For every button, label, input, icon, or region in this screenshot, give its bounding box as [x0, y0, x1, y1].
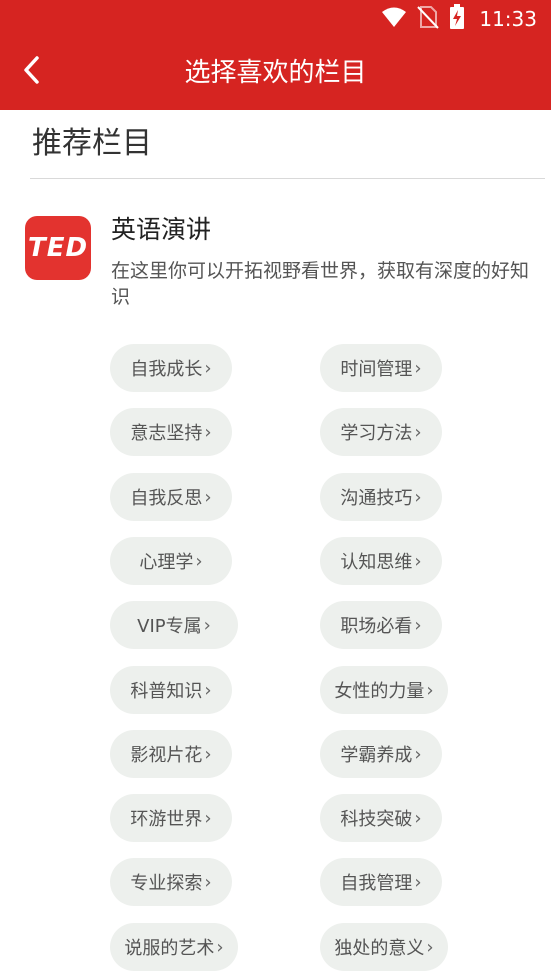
tag-button[interactable]: 学习方法 ›	[320, 408, 442, 456]
tag-button[interactable]: 科技突破 ›	[320, 794, 442, 842]
page-title: 选择喜欢的栏目	[184, 58, 367, 88]
tag-label: 沟通技巧	[340, 488, 413, 509]
category-description: 在这里你可以开拓视野看世界，获取有深度的好知识	[111, 260, 530, 308]
tag-button[interactable]: 自我成长 ›	[110, 344, 232, 392]
tag-label: 学霸养成	[340, 745, 413, 766]
tag-label: 女性的力量	[334, 681, 425, 702]
chevron-right-icon: ›	[414, 550, 422, 572]
tag-label: 专业探索	[130, 873, 203, 894]
chevron-right-icon: ›	[414, 421, 422, 443]
chevron-right-icon: ›	[414, 807, 422, 829]
tag-button[interactable]: 专业探索 ›	[110, 858, 232, 906]
tag-label: 影视片花	[130, 745, 203, 766]
chevron-right-icon: ›	[203, 614, 211, 636]
chevron-right-icon: ›	[414, 614, 422, 636]
status-time: 11:33	[479, 7, 537, 31]
tag-label: 职场必看	[340, 616, 413, 637]
tag-label: 环游世界	[130, 809, 203, 830]
tag-button[interactable]: 认知思维 ›	[320, 537, 442, 585]
chevron-right-icon: ›	[204, 679, 212, 701]
chevron-right-icon: ›	[204, 807, 212, 829]
tag-button[interactable]: 学霸养成 ›	[320, 730, 442, 778]
chevron-right-icon: ›	[414, 871, 422, 893]
logo-text: TED	[27, 233, 89, 263]
tag-label: 独处的意义	[334, 938, 425, 959]
app-header: 11:33 选择喜欢的栏目	[0, 0, 551, 110]
chevron-right-icon: ›	[414, 486, 422, 508]
category-name: 英语演讲	[111, 215, 212, 244]
tag-label: 说服的艺术	[124, 938, 215, 959]
tag-label: 学习方法	[340, 423, 413, 444]
tag-button[interactable]: 心理学 ›	[110, 537, 232, 585]
tag-button[interactable]: 科普知识 ›	[110, 666, 232, 714]
tag-label: 自我管理	[340, 873, 413, 894]
tag-button[interactable]: 自我管理 ›	[320, 858, 442, 906]
chevron-right-icon: ›	[426, 936, 434, 958]
chevron-right-icon: ›	[426, 679, 434, 701]
chevron-right-icon: ›	[216, 936, 224, 958]
chevron-right-icon: ›	[204, 871, 212, 893]
tag-button[interactable]: 环游世界 ›	[110, 794, 232, 842]
chevron-right-icon: ›	[204, 421, 212, 443]
tag-label: 时间管理	[340, 359, 413, 380]
battery-charging-icon	[449, 4, 465, 34]
tag-button[interactable]: 沟通技巧 ›	[320, 473, 442, 521]
section-title: 推荐栏目	[32, 126, 152, 161]
chevron-right-icon: ›	[195, 550, 203, 572]
tag-label: 意志坚持	[130, 423, 203, 444]
chevron-right-icon: ›	[204, 486, 212, 508]
tag-button[interactable]: 独处的意义 ›	[320, 923, 448, 971]
tag-label: 科技突破	[340, 809, 413, 830]
tag-button[interactable]: 意志坚持 ›	[110, 408, 232, 456]
tag-label: 认知思维	[340, 552, 413, 573]
tag-button[interactable]: 自我反思 ›	[110, 473, 232, 521]
divider	[30, 178, 545, 179]
tag-label: 心理学	[139, 552, 194, 573]
wifi-icon	[381, 6, 407, 32]
tag-button[interactable]: 说服的艺术 ›	[110, 923, 238, 971]
chevron-right-icon: ›	[204, 743, 212, 765]
no-sim-icon	[417, 5, 440, 33]
tag-button[interactable]: 女性的力量 ›	[320, 666, 448, 714]
chevron-right-icon: ›	[414, 357, 422, 379]
tag-button[interactable]: VIP专属 ›	[110, 601, 238, 649]
tag-label: 科普知识	[130, 681, 203, 702]
tag-label: 自我成长	[130, 359, 203, 380]
tag-button[interactable]: 职场必看 ›	[320, 601, 442, 649]
chevron-right-icon: ›	[204, 357, 212, 379]
tag-label: VIP专属	[137, 616, 202, 637]
chevron-right-icon: ›	[414, 743, 422, 765]
tag-label: 自我反思	[130, 488, 203, 509]
tag-button[interactable]: 影视片花 ›	[110, 730, 232, 778]
status-bar: 11:33	[381, 4, 537, 34]
ted-logo: TED	[25, 216, 91, 280]
tag-button[interactable]: 时间管理 ›	[320, 344, 442, 392]
